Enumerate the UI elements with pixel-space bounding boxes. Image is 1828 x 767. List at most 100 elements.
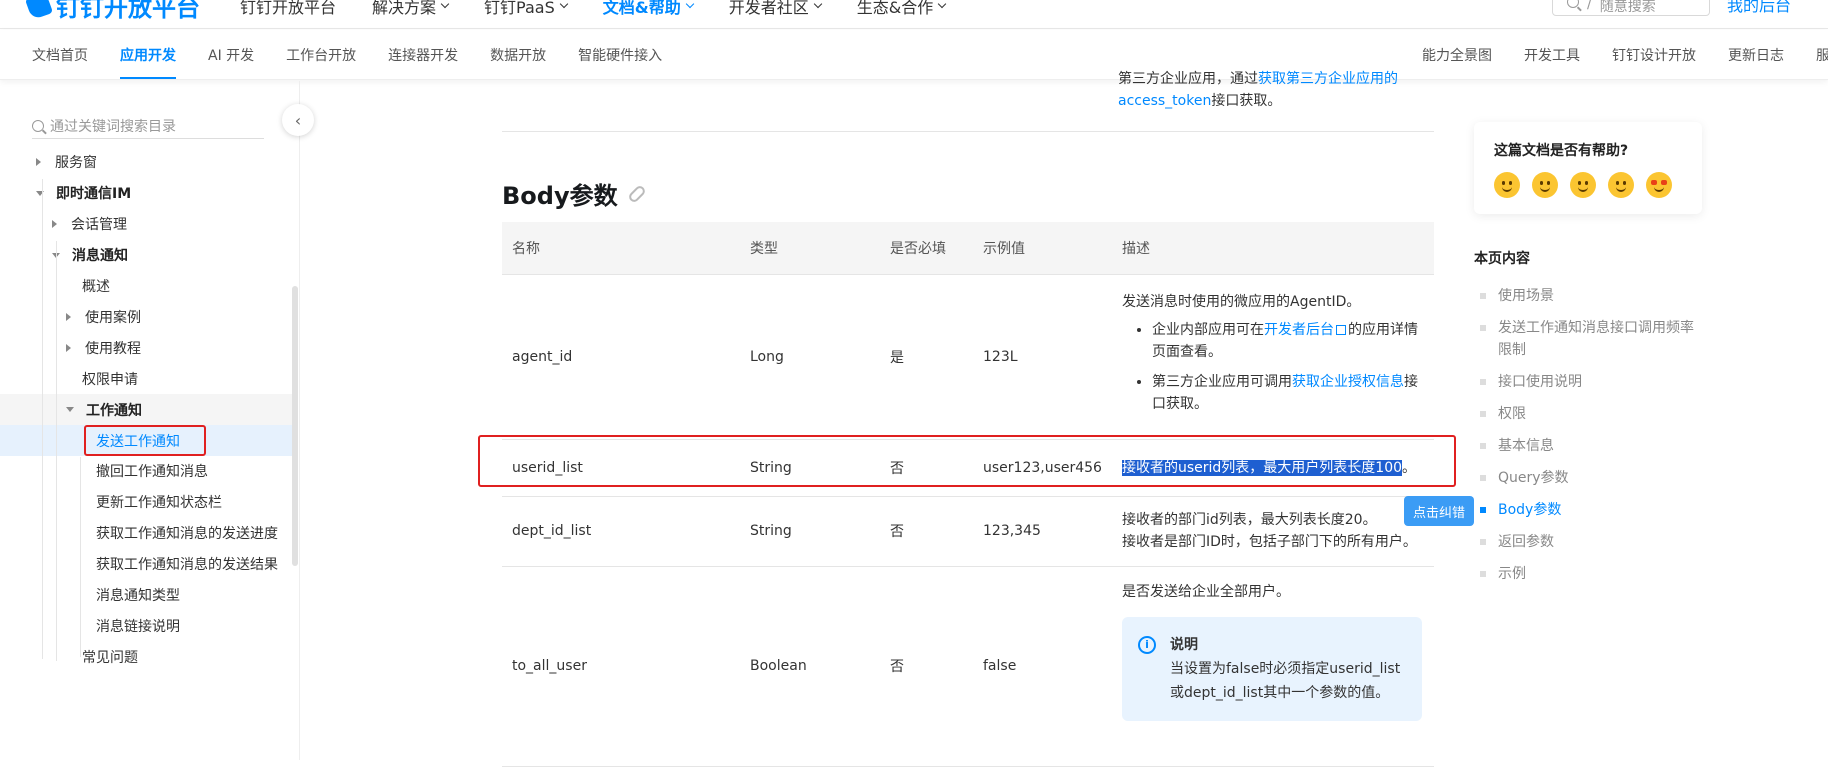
top-nav-item[interactable]: 解决方案: [372, 0, 450, 18]
subnav-tab[interactable]: 文档首页: [32, 30, 88, 80]
body-params-table: 名称 类型 是否必填 示例值 描述 agent_id Long 是 123L 发…: [502, 222, 1434, 767]
sidebar-item[interactable]: 消息通知: [0, 240, 298, 271]
param-desc: 发送消息时使用的微应用的AgentID。 企业内部应用可在开发者后台的应用详情页…: [1112, 274, 1434, 440]
chevron-down-icon: [685, 0, 694, 9]
my-console-link[interactable]: 我的后台: [1727, 0, 1791, 16]
toc-item[interactable]: 发送工作通知消息接口调用频率限制: [1480, 317, 1700, 361]
sidebar-item[interactable]: 概述: [0, 271, 298, 302]
anchor-link-icon[interactable]: [626, 183, 647, 204]
previous-row-description: 第三方企业应用，通过获取第三方企业应用的 access_token接口获取。: [1118, 71, 1398, 109]
top-nav-item[interactable]: 开发者社区: [729, 0, 822, 18]
confused-emoji-icon[interactable]: [1532, 172, 1558, 198]
col-header-name: 名称: [502, 222, 740, 275]
subnav-tab[interactable]: 智能硬件接入: [578, 30, 662, 80]
highlight-box-selected-item: [84, 425, 206, 456]
subnav-right-link[interactable]: 开发工具: [1524, 45, 1580, 65]
subnav-tab[interactable]: 数据开放: [490, 30, 546, 80]
caret-right-icon[interactable]: [66, 312, 71, 321]
param-required: 否: [880, 496, 973, 567]
table-row: to_all_user Boolean 否 false 是否发送给企业全部用户。…: [502, 566, 1434, 767]
table-of-contents: 使用场景发送工作通知消息接口调用频率限制接口使用说明 权限基本信息 Query参数 B…: [1480, 285, 1700, 595]
toc-item[interactable]: Query参数: [1480, 467, 1700, 489]
sidebar-item[interactable]: 获取工作通知消息的发送进度: [0, 518, 298, 549]
sidebar-scrollbar[interactable]: [292, 286, 298, 566]
param-desc: 是否发送给企业全部用户。 i 说明 当设置为false时必须指定userid_l…: [1112, 566, 1434, 767]
sidebar-item[interactable]: 即时通信IM: [0, 178, 298, 209]
param-desc: 接收者的部门id列表，最大列表长度20。 接收者是部门ID时，包括子部门下的所有…: [1112, 496, 1434, 567]
desc-bullet: 企业内部应用可在开发者后台的应用详情页面查看。: [1152, 319, 1424, 363]
toc-item[interactable]: Body参数: [1480, 499, 1700, 521]
sidebar-item[interactable]: 更新工作通知状态栏: [0, 487, 298, 518]
caret-right-icon[interactable]: [36, 158, 41, 167]
sidebar-item[interactable]: 权限申请: [0, 363, 298, 394]
toc-item[interactable]: 基本信息: [1480, 435, 1700, 457]
info-icon: i: [1138, 635, 1156, 654]
subnav-tab[interactable]: AI 开发: [208, 30, 254, 80]
subnav-right-link[interactable]: 钉钉设计开放: [1612, 45, 1696, 65]
param-type: Long: [740, 274, 880, 440]
col-header-required: 是否必填: [880, 222, 973, 275]
heart-eyes-emoji-icon[interactable]: [1646, 172, 1672, 198]
subnav-right-link[interactable]: 更新日志: [1728, 45, 1784, 65]
sub-nav: 文档首页 应用开发 AI 开发 工作台开放 连接器开发 数据开放 智能硬件接入 能力全景图 开…: [0, 30, 1828, 80]
top-nav-item[interactable]: 文档&帮助: [603, 0, 694, 18]
top-nav-item[interactable]: 钉钉开放平台: [240, 0, 336, 18]
sidebar-item[interactable]: 会话管理: [0, 209, 298, 240]
grin-emoji-icon[interactable]: [1608, 172, 1634, 198]
chevron-down-icon: [813, 0, 822, 9]
toc-item[interactable]: 接口使用说明: [1480, 371, 1700, 393]
access-token-link[interactable]: access_token: [1118, 93, 1211, 109]
caret-right-icon[interactable]: [52, 220, 57, 229]
subnav-right-link[interactable]: 服: [1816, 45, 1828, 65]
collapse-sidebar-button[interactable]: ‹: [282, 104, 314, 136]
sidebar-item[interactable]: 消息链接说明: [0, 611, 298, 642]
sidebar-item[interactable]: 使用案例: [0, 302, 298, 333]
shocked-emoji-icon[interactable]: [1494, 172, 1520, 198]
sidebar-item[interactable]: 工作通知: [0, 394, 298, 426]
top-nav-item[interactable]: 生态&合作: [857, 0, 947, 18]
subnav-tab[interactable]: 应用开发: [120, 30, 176, 80]
sidebar-item[interactable]: 获取工作通知消息的发送结果: [0, 549, 298, 580]
sidebar-item[interactable]: 消息通知类型: [0, 580, 298, 611]
subnav-tab[interactable]: 连接器开发: [388, 30, 458, 80]
top-nav-item[interactable]: 钉钉PaaS: [484, 0, 568, 18]
sidebar-item[interactable]: 常见问题: [0, 641, 298, 672]
top-nav: 钉钉开放平台 解决方案 钉钉PaaS 文档&帮助 开发者社区 生态&合作: [240, 0, 947, 18]
top-search-input[interactable]: / 随意搜索: [1552, 0, 1710, 16]
col-header-example: 示例值: [973, 222, 1112, 275]
sidebar-search-input[interactable]: 通过关键词搜索目录: [32, 113, 264, 139]
report-error-button[interactable]: 点击纠错: [1404, 496, 1474, 526]
col-header-type: 类型: [740, 222, 880, 275]
param-type: String: [740, 496, 880, 567]
toc-item[interactable]: 返回参数: [1480, 531, 1700, 553]
sidebar-item[interactable]: 使用教程: [0, 332, 298, 363]
subnav-tab[interactable]: 工作台开放: [286, 30, 356, 80]
feedback-card: 这篇文档是否有帮助?: [1474, 122, 1702, 214]
table-row: dept_id_list String 否 123,345 接收者的部门id列表…: [502, 496, 1434, 567]
param-required: 否: [880, 566, 973, 767]
caret-down-icon[interactable]: [66, 407, 74, 413]
chevron-down-icon: [440, 0, 450, 9]
desc-bullet: 第三方企业应用可调用获取企业授权信息接口获取。: [1152, 371, 1424, 415]
tree-guide-line: [42, 179, 43, 659]
sidebar-item[interactable]: 服务窗: [0, 147, 298, 178]
get-auth-info-link[interactable]: 获取企业授权信息: [1292, 374, 1404, 390]
subnav-right-link[interactable]: 能力全景图: [1422, 45, 1492, 65]
caret-right-icon[interactable]: [66, 343, 71, 352]
chevron-down-icon: [937, 0, 947, 9]
divider: [502, 131, 1434, 132]
search-icon: [32, 119, 44, 132]
toc-item[interactable]: 使用场景: [1480, 285, 1700, 307]
section-title: Body参数: [502, 176, 647, 211]
param-name: dept_id_list: [502, 496, 740, 567]
top-header: 钉钉开放平台 钉钉开放平台 解决方案 钉钉PaaS 文档&帮助 开发者社区 生态&合作 /…: [0, 0, 1828, 29]
note-box: i 说明 当设置为false时必须指定userid_list或dept_id_l…: [1122, 616, 1422, 721]
developer-console-link[interactable]: 开发者后台: [1264, 322, 1334, 338]
toc-item[interactable]: 权限: [1480, 403, 1700, 425]
chevron-left-icon: ‹: [294, 110, 302, 130]
smile-emoji-icon[interactable]: [1570, 172, 1596, 198]
toc-item[interactable]: 示例: [1480, 563, 1700, 585]
sidebar-item[interactable]: 撤回工作通知消息: [0, 456, 298, 487]
get-third-party-token-link[interactable]: 获取第三方企业应用的: [1258, 71, 1398, 87]
dingtalk-logo[interactable]: 钉钉开放平台: [24, 0, 200, 23]
